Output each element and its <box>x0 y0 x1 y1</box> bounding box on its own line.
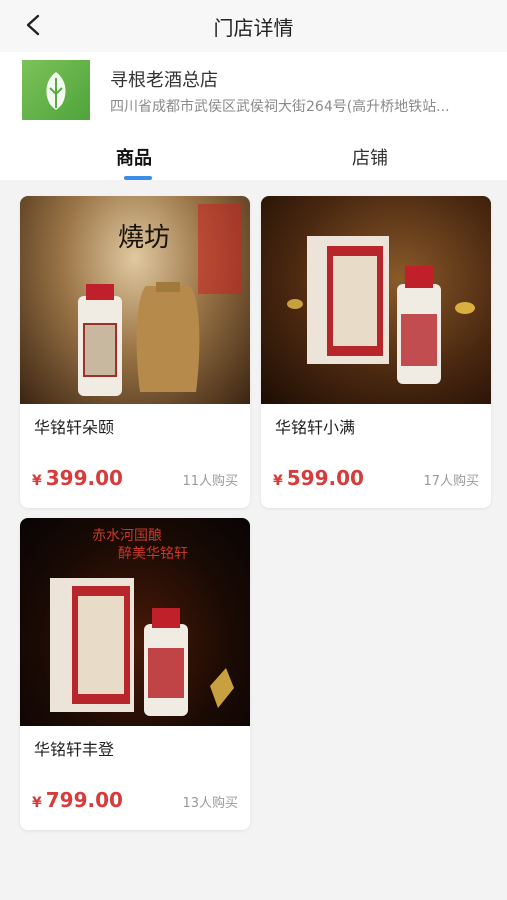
store-address[interactable]: 四川省成都市武侯区武侯祠大街264号(高升桥地铁站... <box>110 96 490 116</box>
product-price: ¥599.00 <box>273 466 364 490</box>
active-tab-indicator <box>124 176 152 180</box>
sold-count: 13人购买 <box>182 796 238 811</box>
product-price: ¥799.00 <box>32 788 123 812</box>
leaf-logo-icon <box>46 72 66 110</box>
top-bar: 门店详情 <box>0 0 507 52</box>
product-image: 燒坊 <box>20 196 250 404</box>
tab-goods[interactable]: 商品 <box>116 144 152 170</box>
tab-shop[interactable]: 店铺 <box>352 144 388 170</box>
product-image <box>261 196 491 404</box>
image-text: 燒坊 <box>118 223 170 253</box>
product-card[interactable]: 燒坊 华铭轩朵颐 ¥399.00 11人购买 <box>20 196 250 508</box>
image-slogan-2: 醉美华铭轩 <box>118 546 188 562</box>
store-info: 寻根老酒总店 四川省成都市武侯区武侯祠大街264号(高升桥地铁站... 商品 店… <box>0 52 507 180</box>
store-name: 寻根老酒总店 <box>110 70 218 91</box>
sold-count: 17人购买 <box>423 474 479 489</box>
product-image: 赤水河国酿 醉美华铭轩 <box>20 518 250 726</box>
store-logo <box>22 60 90 120</box>
product-card[interactable]: 赤水河国酿 醉美华铭轩 华铭轩丰登 ¥799.00 13人购买 <box>20 518 250 830</box>
sold-count: 11人购买 <box>182 474 238 489</box>
image-slogan-1: 赤水河国酿 <box>92 528 162 544</box>
page-title: 门店详情 <box>213 16 294 40</box>
product-name: 华铭轩小满 <box>275 418 356 437</box>
product-name: 华铭轩丰登 <box>34 740 115 759</box>
product-price: ¥399.00 <box>32 466 123 490</box>
product-card[interactable]: 华铭轩小满 ¥599.00 17人购买 <box>261 196 491 508</box>
product-name: 华铭轩朵颐 <box>34 418 115 437</box>
